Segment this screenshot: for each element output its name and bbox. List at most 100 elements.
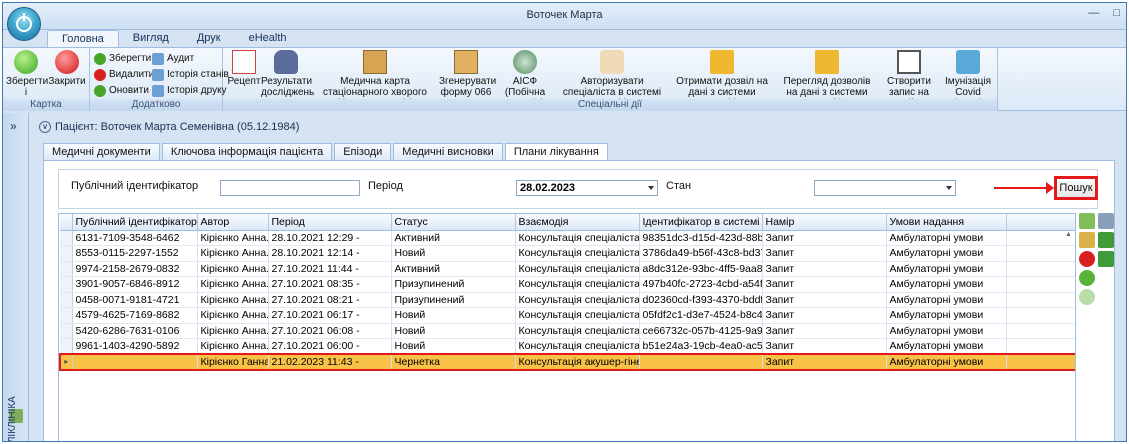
tab-home[interactable]: Головна	[47, 30, 119, 48]
table-cell[interactable]: 6131-7109-3548-6462	[72, 230, 198, 246]
row-indicator[interactable]	[60, 276, 73, 293]
table-cell[interactable]: Кірієнко Анна...	[197, 230, 269, 246]
table-cell[interactable]: Кірієнко Анна...	[197, 276, 269, 293]
column-header[interactable]: Період	[268, 214, 392, 231]
table-cell[interactable]: Запит	[762, 353, 887, 371]
tab-print[interactable]: Друк	[183, 30, 235, 48]
table-cell[interactable]: Амбулаторні умови	[886, 230, 1007, 246]
table-cell[interactable]: Активний	[391, 261, 516, 277]
table-cell[interactable]: Кірієнко Анна...	[197, 338, 269, 355]
table-cell[interactable]: Кірієнко Анна...	[197, 307, 269, 324]
table-cell[interactable]: Запит	[762, 230, 887, 246]
table-cell[interactable]: Кірієнко Анна...	[197, 323, 269, 339]
table-cell[interactable]: Амбулаторні умови	[886, 245, 1007, 262]
table-cell[interactable]: ce66732c-057b-4125-9a94-...	[639, 323, 763, 339]
table-cell[interactable]: 9974-2158-2679-0832	[72, 261, 198, 277]
column-header[interactable]: Статус	[391, 214, 516, 231]
table-row[interactable]: 4579-4625-7169-8682 Кірієнко Анна... 27.10…	[60, 307, 1075, 324]
tab-medical-conclusions[interactable]: Медичні висновки	[393, 143, 503, 161]
table-cell[interactable]: 98351dc3-d15d-423d-88b0-...	[639, 230, 763, 246]
tab-episodes[interactable]: Епізоди	[334, 143, 392, 161]
table-cell[interactable]: Амбулаторні умови	[886, 323, 1007, 339]
row-indicator[interactable]	[60, 245, 73, 262]
column-header[interactable]: Автор	[197, 214, 269, 231]
table-cell[interactable]: 5420-6286-7631-0106	[72, 323, 198, 339]
form066-button[interactable]: Згенерувати форму 066	[439, 50, 496, 98]
table-cell[interactable]: Консультація спеціаліста С...	[515, 261, 640, 277]
table-cell[interactable]: Амбулаторні умови	[886, 276, 1007, 293]
minimize-icon[interactable]: —	[1088, 7, 1099, 19]
table-cell[interactable]: Новий	[391, 323, 516, 339]
table-cell[interactable]: 3901-9057-6846-8912	[72, 276, 198, 293]
table-cell[interactable]: Призупинений	[391, 276, 516, 293]
row-indicator[interactable]	[60, 230, 73, 246]
table-cell[interactable]: Запит	[762, 245, 887, 262]
table-cell[interactable]: Кірієнко Анна...	[197, 261, 269, 277]
table-cell[interactable]: Запит	[762, 261, 887, 277]
close-button[interactable]: Закрити	[48, 50, 86, 87]
table-cell[interactable]: b51e24a3-19cb-4ea0-ac55-...	[639, 338, 763, 355]
table-cell[interactable]: 8553-0115-2297-1552	[72, 245, 198, 262]
table-cell[interactable]: Амбулаторні умови	[886, 307, 1007, 324]
recipe-button[interactable]: Рецепт	[227, 50, 261, 87]
refresh-icon[interactable]	[1079, 270, 1095, 286]
tab-medical-documents[interactable]: Медичні документи	[43, 143, 160, 161]
table-cell[interactable]: 05fdf2c1-d3e7-4524-b8c4-3...	[639, 307, 763, 324]
row-indicator[interactable]: ▸	[59, 353, 73, 371]
table-cell[interactable]: Новий	[391, 338, 516, 355]
table-cell[interactable]: Кірієнко Анна...	[197, 292, 269, 308]
table-cell[interactable]: Запит	[762, 292, 887, 308]
table-cell[interactable]: Амбулаторні умови	[886, 338, 1007, 355]
collapse-icon[interactable]: ∨	[39, 121, 51, 133]
column-header[interactable]: Умови надання	[886, 214, 1007, 231]
table-cell[interactable]: Новий	[391, 245, 516, 262]
table-cell[interactable]: Призупинений	[391, 292, 516, 308]
table-cell[interactable]: 27.10.2021 06:08 -	[268, 323, 392, 339]
table-cell[interactable]: 28.10.2021 12:14 -	[268, 245, 392, 262]
tools-icon[interactable]	[1098, 213, 1114, 229]
row-indicator[interactable]	[60, 292, 73, 308]
table-cell[interactable]	[72, 353, 198, 371]
expand-chevron-icon[interactable]: »	[10, 119, 17, 133]
polyclinic-label[interactable]: ПОЛІКЛІНІКА	[7, 396, 18, 441]
table-cell[interactable]: 4579-4625-7169-8682	[72, 307, 198, 324]
table-row-highlighted[interactable]: ▸ Кірієнко Ганна...21.02.2023 11:43 -Черн…	[59, 353, 1075, 371]
table-cell[interactable]: Запит	[762, 338, 887, 355]
table-cell[interactable]: a8dc312e-93bc-4ff5-9aa8-e...	[639, 261, 763, 277]
table-cell[interactable]: Консультація спеціаліста С...	[515, 276, 640, 293]
table-cell[interactable]: Консультація спеціаліста С...	[515, 323, 640, 339]
refresh-button[interactable]: Оновити	[94, 84, 149, 98]
table-row[interactable]: 6131-7109-3548-6462 Кірієнко Анна... 28.10…	[60, 230, 1075, 246]
row-indicator[interactable]	[60, 338, 73, 355]
table-cell[interactable]: Запит	[762, 276, 887, 293]
column-header[interactable]: Ідентифікатор в системі "eHe	[639, 214, 763, 231]
table-cell[interactable]: Запит	[762, 323, 887, 339]
column-header[interactable]: Намір	[762, 214, 887, 231]
table-cell[interactable]: 27.10.2021 08:21 -	[268, 292, 392, 308]
delete-button[interactable]: Видалити	[94, 68, 154, 82]
state-history-button[interactable]: Історія станів	[152, 68, 229, 82]
table-cell[interactable]: d02360cd-f393-4370-bddf-c...	[639, 292, 763, 308]
maximize-icon[interactable]: □	[1113, 7, 1120, 19]
audit-button[interactable]: Аудит	[152, 52, 194, 66]
table-cell[interactable]: 27.10.2021 08:35 -	[268, 276, 392, 293]
table-row[interactable]: 9961-1403-4290-5892 Кірієнко Анна... 27.10…	[60, 338, 1075, 355]
table-cell[interactable]: 27.10.2021 11:44 -	[268, 261, 392, 277]
print-history-button[interactable]: Історія друку	[152, 84, 227, 98]
table-cell[interactable]: Консультація спеціаліста С...	[515, 338, 640, 355]
table-cell[interactable]: Новий	[391, 307, 516, 324]
add-document-icon[interactable]	[1079, 213, 1095, 229]
tab-view[interactable]: Вигляд	[119, 30, 183, 48]
table-cell[interactable]: Активний	[391, 230, 516, 246]
sign-icon[interactable]	[1098, 232, 1114, 248]
table-cell[interactable]: 3786da49-b56f-43c8-bd37-...	[639, 245, 763, 262]
table-cell[interactable]: Кірієнко Ганна...	[197, 353, 269, 371]
table-cell[interactable]: 28.10.2021 12:29 -	[268, 230, 392, 246]
results-button[interactable]: Результати досліджень	[261, 50, 314, 98]
table-cell[interactable]: Консультація спеціаліста С...	[515, 292, 640, 308]
table-cell[interactable]: 21.02.2023 11:43 -	[268, 353, 392, 371]
table-cell[interactable]: Запит	[762, 307, 887, 324]
table-cell[interactable]: 0458-0071-9181-4721	[72, 292, 198, 308]
table-row[interactable]: 3901-9057-6846-8912 Кірієнко Анна... 27.10…	[60, 276, 1075, 293]
table-cell[interactable]: Консультація спеціаліста С...	[515, 230, 640, 246]
